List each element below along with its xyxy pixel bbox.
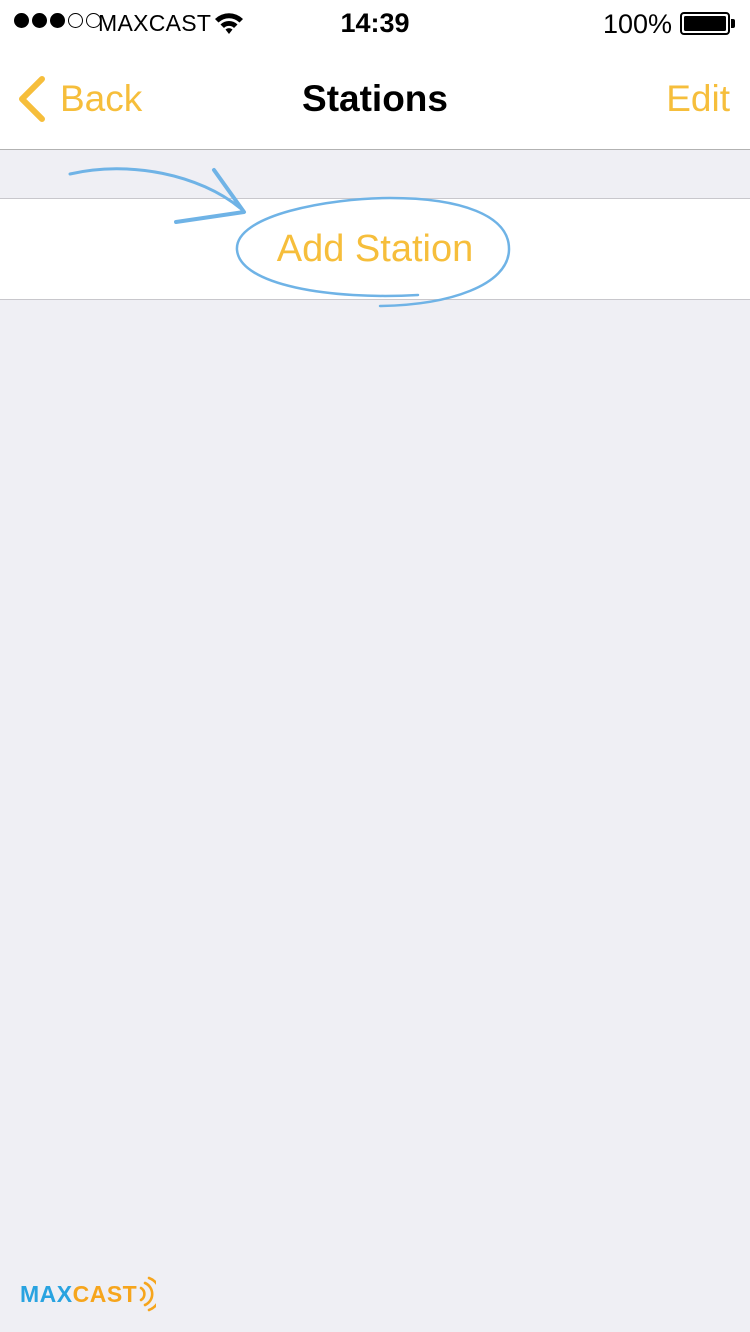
- navigation-bar: Back Stations Edit: [0, 48, 750, 150]
- status-bar: MAXCAST 14:39 100%: [0, 0, 750, 48]
- header-area: MAXCAST 14:39 100% Back Stations Edit: [0, 0, 750, 150]
- battery-icon: [680, 12, 730, 35]
- page-title: Stations: [302, 78, 448, 119]
- battery-percentage: 100%: [602, 9, 672, 39]
- battery-tip: [731, 19, 735, 28]
- stations-list: Add Station: [0, 198, 750, 300]
- add-station-button[interactable]: Add Station: [0, 199, 750, 299]
- maxcast-logo: MAX CAST: [20, 1272, 157, 1316]
- logo-text-cast: CAST: [72, 1280, 138, 1307]
- logo-text-max: MAX: [20, 1280, 73, 1307]
- edit-button[interactable]: Edit: [666, 48, 730, 149]
- broadcast-waves-icon: [139, 1276, 157, 1312]
- battery-level: [684, 16, 726, 31]
